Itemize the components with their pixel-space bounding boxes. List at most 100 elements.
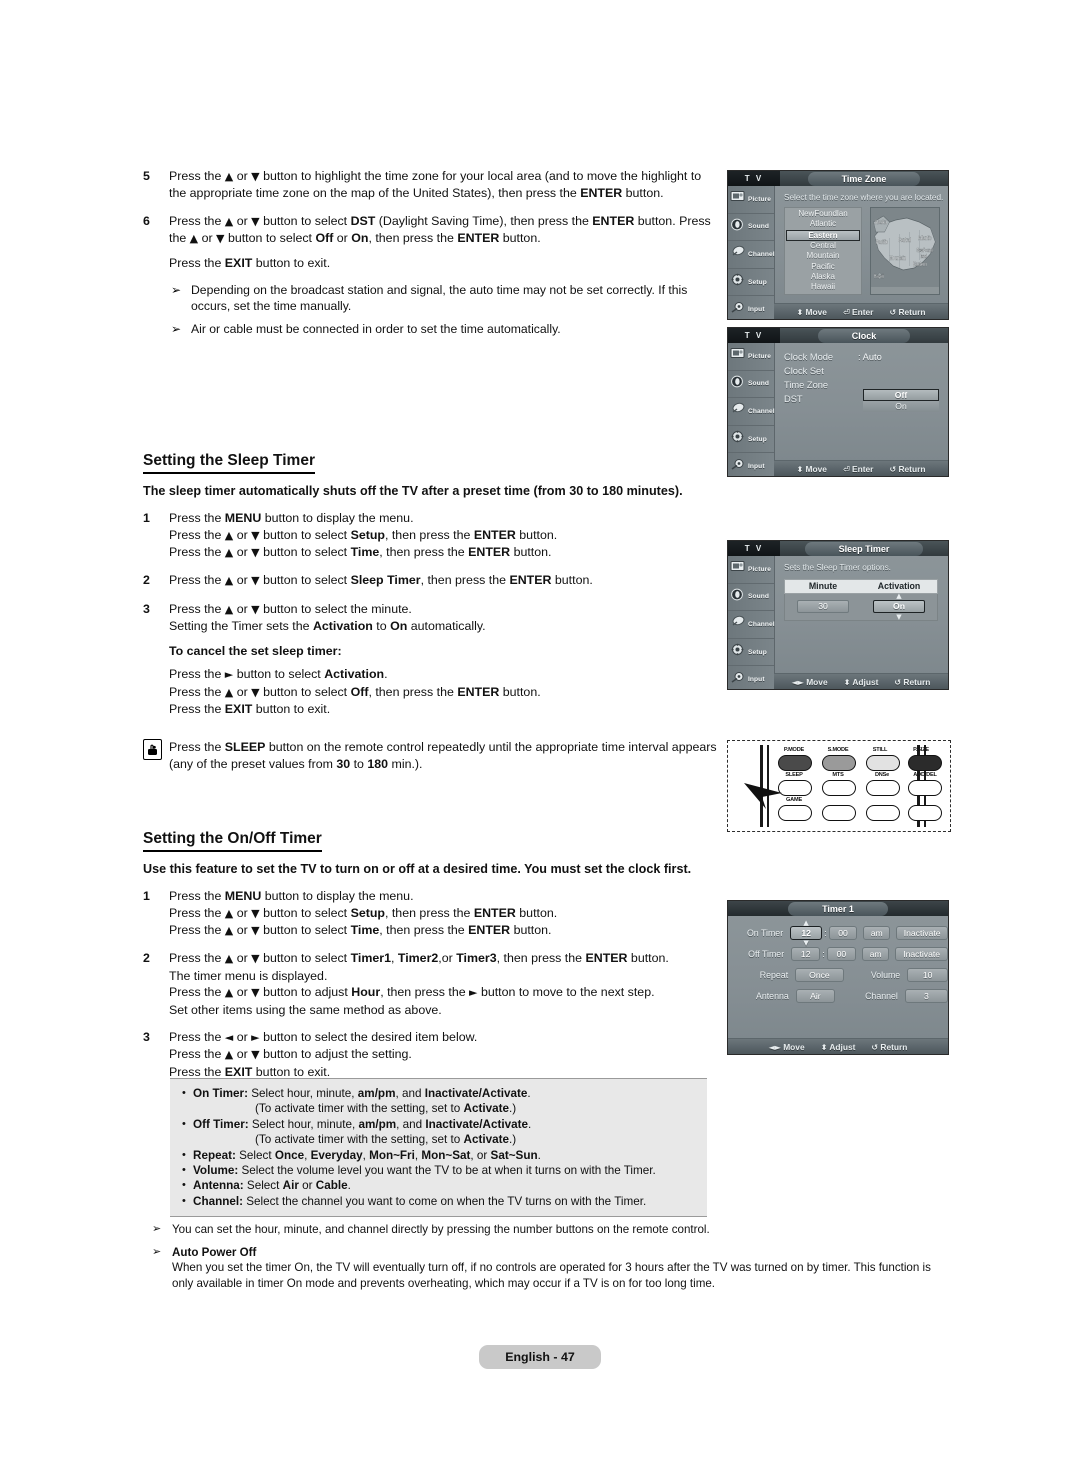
footer-return: ↺ Return	[889, 463, 926, 474]
tz-option-mountain[interactable]: Mountain	[786, 251, 860, 261]
sidebar-item-sound[interactable]: Sound	[728, 371, 774, 399]
remote-control-diagram: P.MODE S.MODE STILL P.SIZE SLEEP MTS DNS…	[727, 740, 951, 832]
time-zone-list[interactable]: NewFoundlan Atlantic Eastern Central Mou…	[784, 207, 862, 295]
antenna-value[interactable]: Air	[795, 989, 835, 1003]
sidebar-item-picture[interactable]: Picture	[728, 556, 774, 584]
sidebar-item-setup[interactable]: Setup	[728, 639, 774, 667]
bullet: •	[182, 1164, 186, 1177]
dst-option-off[interactable]: Off	[863, 389, 939, 401]
map-label-hawaii: Hawaii	[874, 273, 884, 279]
activation-cell[interactable]: ▲ On ▼	[861, 593, 937, 621]
step-text: Press the ▲ or ▼ button to select Timer1…	[169, 951, 669, 1017]
osd-title: Timer 1	[788, 901, 888, 916]
clock-row-mode[interactable]: Clock Mode : Auto	[784, 350, 948, 364]
volume-value[interactable]: 10	[907, 968, 948, 982]
sidebar-item-label: Sound	[748, 380, 770, 388]
remote-button-blank2[interactable]	[866, 805, 900, 821]
sidebar-item-picture[interactable]: Picture	[728, 186, 774, 214]
remote-button-dnse[interactable]	[866, 780, 900, 796]
tz-option-central[interactable]: Central	[786, 241, 860, 251]
tz-option-atlantic[interactable]: Atlantic	[786, 219, 860, 229]
tz-option-pacific[interactable]: Pacific	[786, 262, 860, 272]
sidebar-item-channel[interactable]: Channel	[728, 611, 775, 639]
sidebar-item-sound[interactable]: Sound	[728, 584, 774, 612]
row-label: Clock Set	[784, 366, 824, 376]
step-number: 2	[143, 573, 150, 588]
map-label-atlantic: Atlantic	[918, 235, 932, 242]
timer1-grid: On Timer ▲ 12 ▼ : 00 am Inactivate Off T…	[728, 916, 948, 1003]
sidebar-item-input[interactable]: Input	[728, 296, 774, 319]
remote-button-adddel[interactable]	[908, 780, 942, 796]
sidebar-item-input[interactable]: Input	[728, 666, 774, 689]
osd-footer-timer1: ◄► Move ⬍ Adjust ↺ Return	[728, 1038, 948, 1054]
timer1-row-antenna-channel: Antenna Air Channel 3	[728, 989, 948, 1003]
note-marker: ➢	[152, 1245, 162, 1258]
bottom-note-auto-power-off: ➢ Auto Power Off When you set the timer …	[152, 1245, 952, 1292]
sidebar-item-channel[interactable]: Channel	[728, 241, 775, 269]
osd-footer-sleep-timer: ◄► Move ⬍ Adjust ↺ Return	[774, 673, 948, 689]
onoff-timer-section: Setting the On/Off Timer Use this featur…	[143, 830, 718, 1080]
footer-adjust: ⬍ Adjust	[843, 676, 879, 687]
cancel-heading: To cancel the set sleep timer:	[169, 643, 342, 658]
on-timer-minute[interactable]: 00	[828, 926, 858, 940]
info-text: Off Timer: Select hour, minute, am/pm, a…	[193, 1117, 532, 1131]
osd-topbar: T V Time Zone	[728, 171, 948, 186]
timer-options-info-box: • On Timer: Select hour, minute, am/pm, …	[170, 1078, 707, 1218]
osd-tv-tab: T V	[728, 171, 780, 186]
on-timer-state[interactable]: Inactivate	[896, 926, 948, 940]
row-label: Time Zone	[784, 380, 829, 390]
osd-body: Picture Sound Channel	[728, 343, 948, 476]
note-marker: ➢	[152, 1223, 162, 1235]
remote-label-mts: MTS	[832, 772, 844, 778]
off-timer-state[interactable]: Inactivate	[895, 947, 948, 961]
row-value: : Auto	[858, 352, 882, 362]
timer1-row-on-timer: On Timer ▲ 12 ▼ : 00 am Inactivate	[728, 920, 948, 947]
remote-button-psize[interactable]	[908, 755, 942, 771]
remote-button-pmode[interactable]	[778, 755, 812, 771]
remote-button-mts[interactable]	[822, 780, 856, 796]
tz-option-newfoundland[interactable]: NewFoundlan	[786, 209, 860, 219]
sound-icon	[730, 588, 747, 606]
sidebar-item-input[interactable]: Input	[728, 453, 774, 476]
sidebar-item-channel[interactable]: Channel	[728, 398, 775, 426]
step-text: Press the MENU button to display the men…	[169, 889, 558, 937]
step-text: Press the ◄ or ► button to select the de…	[169, 1029, 478, 1079]
footer-enter: ⏎ Enter	[842, 463, 874, 474]
sidebar-item-picture[interactable]: Picture	[728, 343, 774, 371]
input-icon	[730, 301, 747, 319]
off-timer-ampm[interactable]: am	[861, 947, 890, 961]
remote-button-blank1[interactable]	[822, 805, 856, 821]
sleep-step-3: 3 Press the ▲ or ▼ button to select the …	[143, 601, 718, 717]
minute-value[interactable]: 30	[797, 600, 849, 613]
sidebar-item-label: Input	[748, 306, 765, 314]
up-arrow-icon: ▲	[896, 592, 902, 600]
tz-option-eastern[interactable]: Eastern	[786, 229, 860, 241]
on-timer-ampm[interactable]: am	[863, 926, 891, 940]
remote-label-dnse: DNSe	[874, 772, 890, 778]
down-arrow-icon: ▼	[803, 939, 809, 947]
dst-options[interactable]: Off On	[863, 389, 939, 412]
sidebar-item-setup[interactable]: Setup	[728, 426, 774, 454]
on-timer-hour[interactable]: 12	[790, 926, 823, 940]
dst-option-on[interactable]: On	[863, 401, 939, 412]
off-timer-minute[interactable]: 00	[826, 947, 856, 961]
repeat-value[interactable]: Once	[795, 968, 844, 982]
section-subheading: Use this feature to set the TV to turn o…	[143, 862, 692, 877]
tz-option-alaska[interactable]: Alaska	[786, 272, 860, 282]
osd-body: Picture Sound Channel	[728, 186, 948, 319]
clock-row-set[interactable]: Clock Set	[784, 364, 948, 378]
channel-value[interactable]: 3	[904, 989, 948, 1003]
remote-button-still[interactable]	[866, 755, 900, 771]
remote-button-blank3[interactable]	[908, 805, 942, 821]
minute-cell[interactable]: 30	[785, 600, 861, 613]
onoff-step-1: 1 Press the MENU button to display the m…	[143, 888, 718, 939]
tz-option-hawaii[interactable]: Hawaii	[786, 282, 860, 292]
remote-button-smode[interactable]	[822, 755, 856, 771]
off-timer-hour[interactable]: 12	[791, 947, 821, 961]
note-marker: ➢	[171, 283, 182, 298]
activation-value[interactable]: On	[873, 600, 925, 613]
remote-label-still: STILL	[872, 747, 888, 753]
sidebar-item-sound[interactable]: Sound	[728, 214, 774, 242]
info-text: Channel: Select the channel you want to …	[193, 1194, 647, 1208]
sidebar-item-setup[interactable]: Setup	[728, 269, 774, 297]
